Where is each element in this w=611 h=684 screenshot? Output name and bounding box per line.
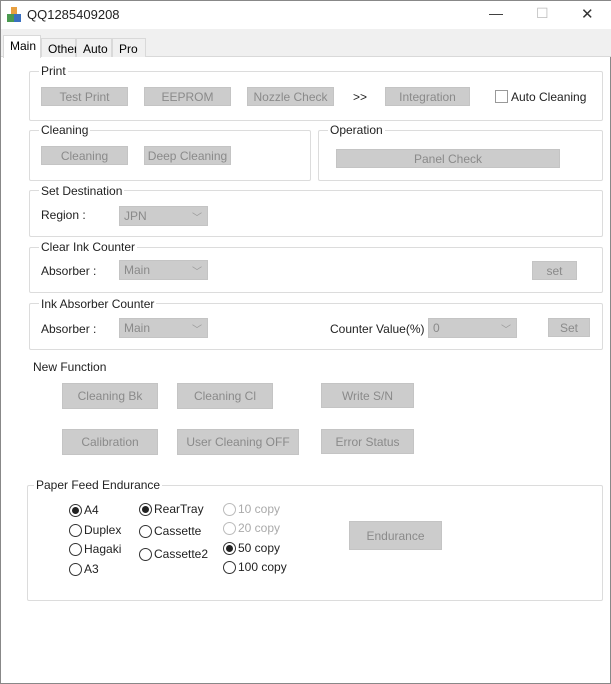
absorber-label: Absorber : xyxy=(41,264,97,278)
auto-cleaning-checkbox[interactable] xyxy=(495,90,508,103)
absorber-value: Main xyxy=(124,263,151,277)
radio-label: Hagaki xyxy=(84,542,122,556)
radio-indicator xyxy=(139,547,152,561)
radio-10-copy[interactable]: 10 copy xyxy=(223,502,280,516)
counter-value: 0 xyxy=(433,321,440,335)
panel-check-button[interactable]: Panel Check xyxy=(336,149,560,168)
nozzle-check-button[interactable]: Nozzle Check xyxy=(247,87,334,106)
region-value: JPN xyxy=(124,209,147,223)
radio-label: 50 copy xyxy=(238,541,281,555)
title-bar: QQ1285409208 — ☐ ✕ xyxy=(1,1,611,29)
cleaning-cl-button[interactable]: Cleaning Cl xyxy=(177,383,273,409)
test-print-button[interactable]: Test Print xyxy=(41,87,128,106)
clear-ink-counter-legend: Clear Ink Counter xyxy=(39,240,138,254)
absorber-value: Main xyxy=(124,321,151,335)
endurance-button[interactable]: Endurance xyxy=(349,521,442,550)
radio-duplex[interactable]: Duplex xyxy=(69,523,121,537)
absorber-select[interactable]: Main ﹀ xyxy=(119,318,208,338)
integration-button[interactable]: Integration xyxy=(385,87,470,106)
operation-legend: Operation xyxy=(328,123,385,137)
radio-cassette[interactable]: Cassette xyxy=(139,524,201,538)
calibration-button[interactable]: Calibration xyxy=(62,429,158,455)
chevron-down-icon: ﹀ xyxy=(192,325,202,336)
radio-indicator xyxy=(223,521,236,535)
radio-reartray[interactable]: RearTray xyxy=(139,502,204,516)
print-legend: Print xyxy=(39,64,68,78)
close-button[interactable]: ✕ xyxy=(581,5,594,23)
tab-main[interactable]: Main xyxy=(3,35,41,58)
cleaning-button[interactable]: Cleaning xyxy=(41,146,128,165)
window-title: QQ1285409208 xyxy=(27,7,120,22)
radio-100-copy[interactable]: 100 copy xyxy=(223,560,287,574)
write-sn-button[interactable]: Write S/N xyxy=(321,383,414,408)
radio-label: 100 copy xyxy=(238,560,287,574)
radio-a4[interactable]: A4 xyxy=(69,503,99,517)
new-function-label: New Function xyxy=(33,360,107,374)
absorber-label: Absorber : xyxy=(41,322,97,336)
radio-a3[interactable]: A3 xyxy=(69,562,99,576)
radio-indicator xyxy=(223,541,236,555)
radio-indicator xyxy=(69,523,82,537)
minimize-button[interactable]: — xyxy=(489,5,503,21)
radio-label: 10 copy xyxy=(238,502,281,516)
radio-indicator xyxy=(69,562,82,576)
radio-label: Cassette xyxy=(154,524,202,538)
radio-label: Duplex xyxy=(84,523,122,537)
region-label: Region : xyxy=(41,208,86,222)
ink-absorber-counter-legend: Ink Absorber Counter xyxy=(39,297,157,311)
tab-label: Auto xyxy=(83,42,108,56)
counter-set-button[interactable]: Set xyxy=(548,318,590,337)
radio-cassette2[interactable]: Cassette2 xyxy=(139,547,208,561)
radio-label: A3 xyxy=(84,562,99,576)
tab-label: Other xyxy=(48,42,79,56)
app-icon xyxy=(7,7,21,23)
error-status-button[interactable]: Error Status xyxy=(321,429,414,454)
chevron-down-icon: ﹀ xyxy=(192,267,202,278)
radio-indicator xyxy=(69,503,82,517)
tab-label: Main xyxy=(10,39,37,53)
arrow-label: >> xyxy=(353,90,368,104)
cleaning-bk-button[interactable]: Cleaning Bk xyxy=(62,383,158,409)
counter-value-label: Counter Value(%) : xyxy=(330,322,432,336)
tab-other[interactable]: Other xyxy=(41,38,79,57)
paper-feed-endurance-legend: Paper Feed Endurance xyxy=(34,478,163,492)
clear-set-button[interactable]: set xyxy=(532,261,577,280)
counter-value-select[interactable]: 0 ﹀ xyxy=(428,318,517,338)
cleaning-legend: Cleaning xyxy=(39,123,91,137)
auto-cleaning-label: Auto Cleaning xyxy=(511,90,587,104)
radio-indicator xyxy=(223,502,236,516)
user-cleaning-off-button[interactable]: User Cleaning OFF xyxy=(177,429,299,455)
radio-indicator xyxy=(139,524,152,538)
radio-50-copy[interactable]: 50 copy xyxy=(223,541,280,555)
tab-label: Pro xyxy=(119,42,138,56)
clear-absorber-select[interactable]: Main ﹀ xyxy=(119,260,208,280)
radio-indicator xyxy=(69,542,82,556)
tab-pro[interactable]: Pro xyxy=(112,38,146,57)
radio-label: RearTray xyxy=(154,502,204,516)
radio-label: Cassette2 xyxy=(154,547,209,561)
eeprom-button[interactable]: EEPROM xyxy=(144,87,231,106)
chevron-down-icon: ﹀ xyxy=(192,213,202,224)
region-select[interactable]: JPN ﹀ xyxy=(119,206,208,226)
radio-indicator xyxy=(139,502,152,516)
maximize-button[interactable]: ☐ xyxy=(536,5,549,22)
radio-20-copy[interactable]: 20 copy xyxy=(223,521,280,535)
radio-indicator xyxy=(223,560,236,574)
radio-label: 20 copy xyxy=(238,521,281,535)
set-destination-legend: Set Destination xyxy=(39,184,125,198)
deep-cleaning-button[interactable]: Deep Cleaning xyxy=(144,146,231,165)
tab-auto[interactable]: Auto xyxy=(76,38,112,57)
radio-label: A4 xyxy=(84,503,99,517)
radio-hagaki[interactable]: Hagaki xyxy=(69,542,121,556)
chevron-down-icon: ﹀ xyxy=(501,325,511,336)
